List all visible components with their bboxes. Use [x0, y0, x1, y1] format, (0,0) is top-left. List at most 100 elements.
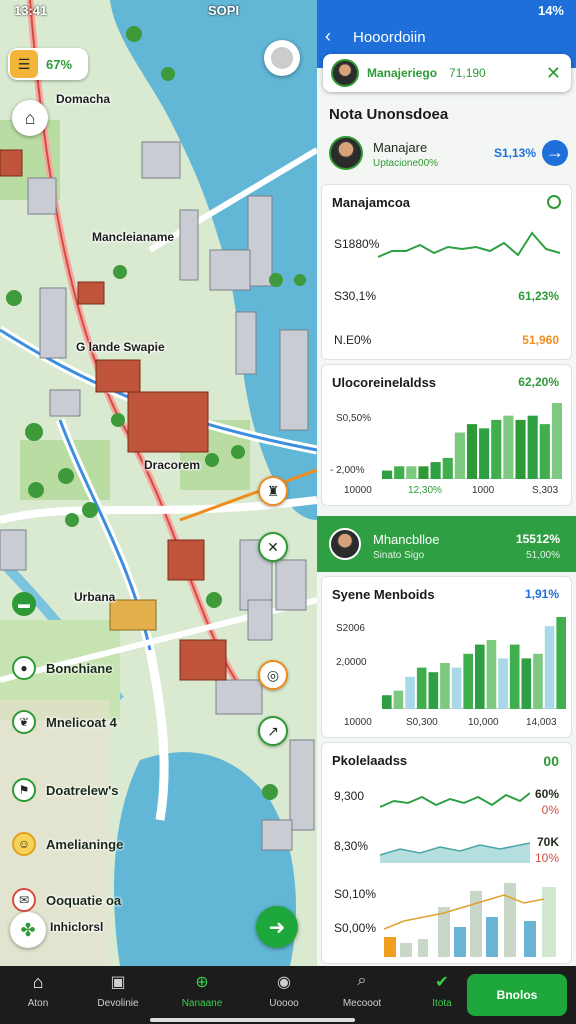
forward-icon[interactable]: →	[542, 140, 568, 166]
chart-bar	[442, 457, 453, 479]
side-list-item-5[interactable]: ☺ Amelianinge	[12, 832, 123, 856]
notification-card[interactable]: Manajeriego 71,190 ✕	[323, 54, 571, 92]
profile-name: Manajare	[373, 140, 428, 155]
bar-chart-1-title: Ulocoreinelaldss	[332, 375, 437, 390]
details-panel: ‹ Hooordoiin Manajeriego 71,190 ✕ Nota U…	[317, 0, 576, 966]
side-list-item-4[interactable]: ⚑ Doatrelew's	[12, 778, 118, 802]
side-list-item-6[interactable]: ✉ Ooquatie oa	[12, 888, 121, 912]
bar-chart-1-xlabel-3: 1000	[472, 485, 495, 496]
home-indicator	[150, 1018, 355, 1022]
primary-action-button[interactable]: Bnolos	[467, 974, 567, 1016]
nav-item-search[interactable]: ⌕ Mecooot	[326, 972, 398, 1009]
chart-bar	[544, 626, 555, 709]
bar-chart-2-xlabel-4: 14,003	[526, 717, 557, 728]
bar-chart-2-xlabel-2: S0,300	[406, 717, 438, 728]
nav-label-4: Uoooo	[269, 998, 299, 1009]
nav-item-camera[interactable]: ◉ Uoooo	[248, 972, 320, 1009]
notification-name: Manajeriego	[367, 66, 438, 80]
side-list-label-3: Mnelicoat 4	[46, 714, 117, 730]
map-label-2: Mancleianame	[92, 230, 175, 244]
bar-chart-card-1[interactable]: Ulocoreinelaldss 62,20% S0,50% - 2,00% 1…	[321, 364, 572, 506]
metric-label-3: N.E0%	[334, 333, 372, 347]
profile-avatar	[329, 136, 363, 170]
side-list-item-2[interactable]: ● Bonchiane	[12, 656, 112, 680]
menu-icon[interactable]: ☰	[10, 50, 38, 78]
trend-value-2: 70K	[536, 835, 559, 849]
status-network: SOPI	[208, 3, 240, 18]
chart-bar	[466, 424, 478, 479]
trend-label-4: S0,00%	[334, 921, 377, 935]
poi-marker-2[interactable]: ✕	[258, 532, 288, 562]
trend-bar	[454, 927, 466, 957]
nav-item-navigate[interactable]: ⊕ Nanaane	[166, 972, 238, 1009]
promo-banner[interactable]: Mhancblloe Sinato Sigo 15512% 51,00%	[317, 516, 576, 572]
nav-label-1: Aton	[27, 998, 49, 1009]
profile-icon	[271, 47, 293, 69]
map-view[interactable]: ☰ 67% ⌂ Domacha Mancleianame G lande Swa…	[0, 0, 317, 966]
metric-value-3: 51,960	[522, 333, 559, 347]
info-icon[interactable]	[547, 195, 561, 209]
side-list-label-6: Ooquatie oa	[46, 892, 122, 908]
status-time: 13:41	[14, 3, 48, 18]
chart-bar	[394, 466, 405, 479]
paw-button[interactable]: ✤	[10, 912, 46, 948]
poi-marker-4[interactable]: ↗	[258, 716, 288, 746]
trend-bar	[400, 943, 412, 957]
chart-bar	[479, 428, 490, 479]
chart-bar	[515, 419, 526, 479]
side-list-label-5: Amelianinge	[46, 836, 124, 852]
home-button[interactable]: ⌂	[12, 100, 48, 136]
trend-card-title: Pkolelaadss	[332, 753, 408, 768]
go-button[interactable]: ➜	[256, 906, 298, 948]
chart-bar	[405, 676, 415, 709]
promo-value: 15512%	[515, 532, 560, 546]
bar-chart-1-xlabel-1: 10000	[344, 485, 372, 496]
metrics-card-title: Manajamcoa	[332, 195, 411, 210]
status-bar: 13:41 SOPI 14%	[0, 0, 576, 22]
arrow-right-icon: ➜	[268, 916, 286, 939]
avatar	[331, 59, 359, 87]
chart-bar	[454, 432, 465, 479]
bar-chart-2-ylabel-2: 2,0000	[336, 657, 367, 668]
map-filter-chip[interactable]: ☰ 67%	[8, 48, 88, 80]
poi-marker-3[interactable]: ◎	[258, 660, 288, 690]
back-icon[interactable]: ‹	[325, 26, 331, 47]
nav-item-devices[interactable]: ▣ Devolinie	[82, 972, 154, 1009]
poi-marker-1[interactable]: ♜	[258, 476, 288, 506]
landmark-icon: ♜	[266, 482, 280, 499]
side-list-label-4: Doatrelew's	[46, 782, 119, 798]
bar-chart-2-xlabel-3: 10,000	[468, 717, 499, 728]
map-label-1: Domacha	[56, 92, 111, 106]
section-title: Nota Unonsdoea	[329, 106, 449, 123]
profile-button[interactable]	[264, 40, 300, 76]
trend-sub-1: 0%	[541, 803, 559, 817]
bar-chart-card-2[interactable]: Syene Menboids 1,91% S2006 2,0000 10000 …	[321, 576, 572, 738]
trend-card[interactable]: Pkolelaadss 00 9,300 60% 0% 8,30% 70K 10…	[321, 742, 572, 964]
chart-bar	[491, 419, 502, 479]
metric-label-2: S30,1%	[334, 289, 377, 303]
trend-area-2	[380, 842, 530, 863]
side-list-label-2: Bonchiane	[46, 660, 113, 676]
metric-sparkline	[378, 231, 561, 258]
status-battery: 14%	[537, 3, 564, 18]
map-chip-value: 67%	[46, 56, 73, 72]
bar-chart-1-xlabel-2: 12,30%	[408, 485, 442, 496]
close-icon[interactable]: ✕	[546, 63, 561, 84]
profile-value: S1,13%	[493, 146, 536, 160]
chart-bar	[527, 415, 538, 479]
paw-icon: ✤	[20, 919, 36, 940]
trend-bars	[384, 883, 556, 957]
map-label-5: Urbana	[74, 590, 116, 604]
side-list-item-1[interactable]: ▬	[12, 592, 36, 616]
nav-item-home[interactable]: ⌂ Aton	[2, 972, 74, 1009]
chart-bar	[416, 667, 427, 709]
trend-bar	[524, 921, 536, 957]
chart-bar	[428, 672, 439, 709]
metrics-card[interactable]: Manajamcoa S1880% S30,1% 61,23% N.E0% 51…	[321, 184, 572, 360]
side-list-item-3[interactable]: ❦ Mnelicoat 4	[12, 710, 117, 734]
map-label-bottom: Inhiclorsl	[50, 920, 104, 934]
profile-card[interactable]: Manajare Uptacione00% S1,13% →	[321, 130, 572, 180]
target-icon: ◎	[266, 666, 280, 683]
flag-icon: ▬	[12, 592, 36, 616]
bar-chart-1	[382, 403, 562, 479]
